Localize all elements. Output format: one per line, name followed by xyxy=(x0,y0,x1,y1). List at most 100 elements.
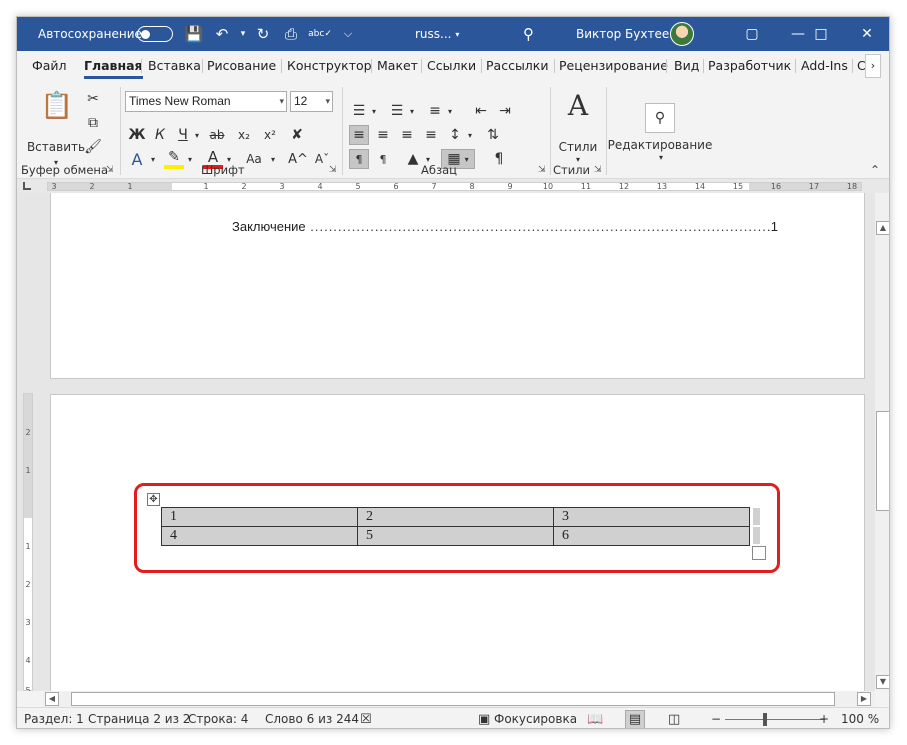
scroll-up-icon[interactable]: ▲ xyxy=(876,221,889,235)
table-cell[interactable]: 4 xyxy=(161,526,358,546)
clipboard-launcher-icon[interactable]: ⇲ xyxy=(106,165,114,175)
table-move-handle-icon[interactable]: ✥ xyxy=(147,493,160,506)
document-area[interactable]: Заключение .............................… xyxy=(17,193,875,691)
sort-icon[interactable]: ⇅ xyxy=(483,125,503,145)
underline-button[interactable]: Ч xyxy=(173,125,193,145)
tab-home[interactable]: Главная xyxy=(84,51,143,81)
status-section[interactable]: Раздел: 1 xyxy=(24,708,84,728)
scroll-right-icon[interactable]: ▶ xyxy=(857,692,871,706)
redo-icon[interactable]: ↻ xyxy=(252,17,274,51)
scroll-down-icon[interactable]: ▼ xyxy=(876,675,889,689)
vertical-scroll-thumb[interactable] xyxy=(876,411,889,511)
font-size-combo[interactable]: 12 ▾ xyxy=(290,91,333,112)
editing-dropdown-icon[interactable]: ▾ xyxy=(653,151,669,163)
styles-launcher-icon[interactable]: ⇲ xyxy=(594,165,602,175)
search-icon[interactable]: ⚲ xyxy=(523,17,534,51)
increase-indent-icon[interactable]: ⇥ xyxy=(495,101,515,121)
line-spacing-dropdown-icon[interactable]: ▾ xyxy=(465,125,475,145)
align-right-icon[interactable]: ≡ xyxy=(397,125,417,145)
bullets-icon[interactable]: ☰ xyxy=(349,101,369,121)
tab-selector-icon[interactable] xyxy=(23,182,31,190)
tab-draw[interactable]: Рисование xyxy=(207,51,276,81)
highlight-dropdown-icon[interactable]: ▾ xyxy=(184,149,196,169)
strikethrough-button[interactable]: ab xyxy=(205,125,229,145)
tab-design[interactable]: Конструктор xyxy=(287,51,372,81)
ribbon-display-icon[interactable]: ▢ xyxy=(729,17,775,51)
rtl-direction-icon[interactable]: ¶ xyxy=(373,149,393,169)
zoom-in-button[interactable]: + xyxy=(819,708,829,728)
autosave-toggle[interactable] xyxy=(137,26,173,42)
print-preview-icon[interactable]: ⎙ xyxy=(280,17,302,51)
justify-icon[interactable]: ≡ xyxy=(421,125,441,145)
table-cell[interactable]: 3 xyxy=(553,507,750,527)
text-effects-icon[interactable]: A xyxy=(127,149,147,169)
scroll-left-icon[interactable]: ◀ xyxy=(45,692,59,706)
horizontal-scroll-thumb[interactable] xyxy=(71,692,835,706)
status-words[interactable]: Слово 6 из 244 xyxy=(265,708,359,728)
change-case-dropdown-icon[interactable]: ▾ xyxy=(267,149,279,169)
multilevel-list-icon[interactable]: ≡ xyxy=(425,101,445,121)
tab-references[interactable]: Ссылки xyxy=(427,51,476,81)
tab-layout[interactable]: Макет xyxy=(377,51,418,81)
italic-button[interactable]: К xyxy=(150,125,170,145)
paste-button[interactable]: Вставить xyxy=(27,139,85,155)
status-line[interactable]: Строка: 4 xyxy=(188,708,248,728)
word-table[interactable]: 1 2 3 4 5 6 xyxy=(161,507,750,546)
copy-icon[interactable]: ⧉ xyxy=(83,113,103,133)
editing-search-icon[interactable]: ⚲ xyxy=(645,103,675,133)
toc-entry[interactable]: Заключение .............................… xyxy=(232,219,778,234)
table-cell[interactable]: 1 xyxy=(161,507,358,527)
show-marks-icon[interactable]: ¶ xyxy=(489,149,509,169)
bold-button[interactable]: Ж xyxy=(127,125,147,145)
zoom-slider-thumb[interactable] xyxy=(763,713,767,726)
ltr-direction-icon[interactable]: ¶ xyxy=(349,149,369,169)
paste-icon[interactable]: 📋 xyxy=(37,89,77,123)
align-center-icon[interactable]: ≡ xyxy=(373,125,393,145)
tab-view[interactable]: Вид xyxy=(674,51,699,81)
proofing-icon[interactable]: ☒ xyxy=(360,708,372,728)
tab-file[interactable]: Файл xyxy=(32,51,67,81)
underline-dropdown-icon[interactable]: ▾ xyxy=(191,125,203,145)
tab-addins[interactable]: Add-Ins xyxy=(801,51,848,81)
user-name[interactable]: Виктор Бухтеев xyxy=(576,17,676,51)
table-cell[interactable]: 6 xyxy=(553,526,750,546)
web-layout-icon[interactable]: ◫ xyxy=(668,708,680,728)
highlight-icon[interactable]: ✎ xyxy=(164,149,184,169)
zoom-slider-track[interactable] xyxy=(725,719,825,720)
decrease-indent-icon[interactable]: ⇤ xyxy=(471,101,491,121)
numbering-dropdown-icon[interactable]: ▾ xyxy=(407,101,417,121)
undo-icon[interactable]: ↶ xyxy=(211,17,233,51)
zoom-out-button[interactable]: − xyxy=(711,708,721,728)
collapse-ribbon-icon[interactable]: ⌃ xyxy=(870,163,880,177)
zoom-level[interactable]: 100 % xyxy=(841,708,879,728)
bullets-dropdown-icon[interactable]: ▾ xyxy=(369,101,379,121)
avatar[interactable] xyxy=(670,22,694,46)
numbering-icon[interactable]: ☰ xyxy=(387,101,407,121)
tabs-scroll-right-icon[interactable]: › xyxy=(865,54,881,78)
document-title[interactable]: russ... ▾ xyxy=(415,17,459,51)
paragraph-launcher-icon[interactable]: ⇲ xyxy=(538,165,546,175)
print-layout-icon[interactable]: ▤ xyxy=(625,710,645,728)
customize-qat-icon[interactable]: ⌵ xyxy=(337,17,359,51)
maximize-icon[interactable]: □ xyxy=(798,17,844,51)
superscript-button[interactable]: x² xyxy=(259,125,281,145)
tab-insert[interactable]: Вставка xyxy=(148,51,201,81)
vertical-scrollbar[interactable]: ▲ ▼ xyxy=(875,193,889,691)
line-spacing-icon[interactable]: ↕ xyxy=(445,125,465,145)
tab-developer[interactable]: Разработчик xyxy=(708,51,791,81)
status-page[interactable]: Страница 2 из 2 xyxy=(88,708,190,728)
clear-formatting-icon[interactable]: ✘ xyxy=(287,125,307,145)
font-name-combo[interactable]: Times New Roman ▾ xyxy=(125,91,287,112)
horizontal-scrollbar[interactable]: ◀ ▶ xyxy=(43,691,875,707)
styles-icon[interactable]: A xyxy=(557,87,599,123)
focus-icon[interactable]: ▣ xyxy=(478,708,490,728)
horizontal-ruler[interactable]: 3 2 1 1 2 3 4 5 6 7 8 9 10 11 12 13 14 1… xyxy=(47,182,862,191)
undo-dropdown-icon[interactable]: ▾ xyxy=(232,17,254,51)
format-painter-icon[interactable]: 🖌 xyxy=(83,137,103,157)
vertical-ruler[interactable]: 2 1 1 2 3 4 5 xyxy=(23,393,33,691)
focus-button[interactable]: Фокусировка xyxy=(494,708,577,728)
table-cell[interactable]: 2 xyxy=(357,507,554,527)
subscript-button[interactable]: x₂ xyxy=(233,125,255,145)
cut-icon[interactable]: ✂ xyxy=(83,89,103,109)
spelling-icon[interactable]: abc✓ xyxy=(308,17,332,51)
